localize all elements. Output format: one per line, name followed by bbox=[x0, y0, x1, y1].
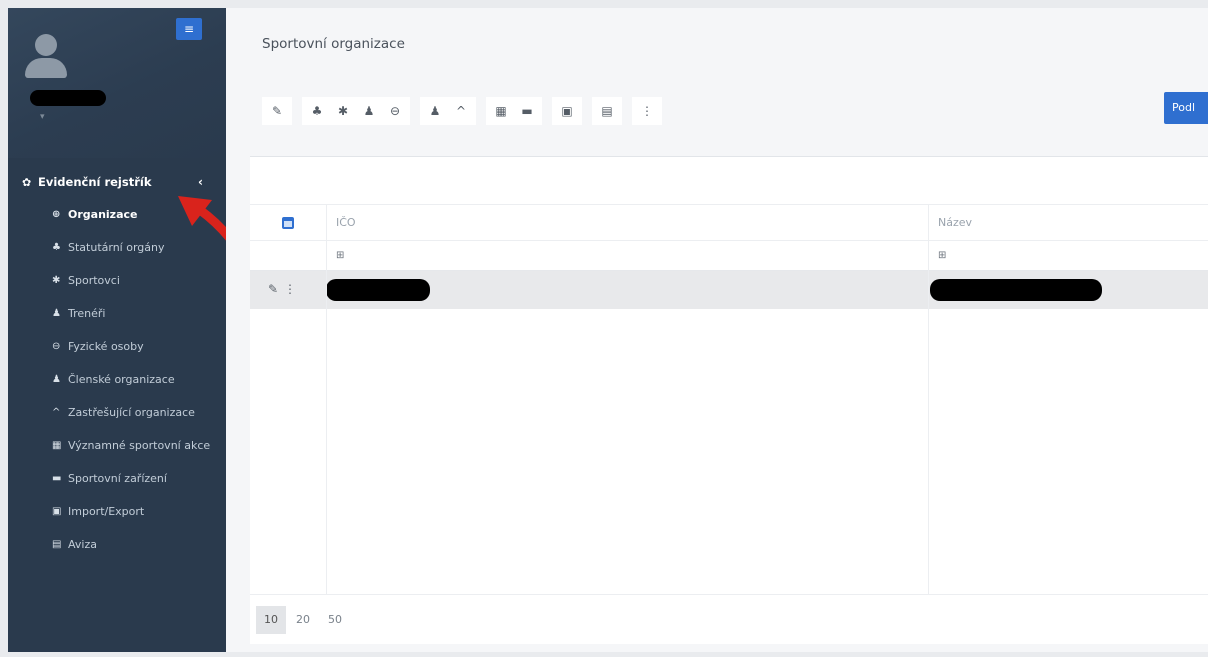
toolbar-button-icon[interactable]: ^ bbox=[448, 97, 474, 125]
main-content: Sportovní organizace ✎ ♣ ✱ ♟ ⊖ ♟ ^ ▦ ▬ ▣ ▤ ⋮ Podl I… bbox=[226, 8, 1208, 652]
sidebar-item-label: Aviza bbox=[68, 538, 97, 551]
sidebar-section-evidencni-rejstrik[interactable]: ✿ Evidenční rejstřík ‹ bbox=[22, 170, 218, 194]
globe-icon: ⊕ bbox=[52, 209, 61, 220]
toolbar-button-icon[interactable]: ⊖ bbox=[382, 97, 408, 125]
row-edit-menu-icon[interactable]: ✎⋮ bbox=[268, 282, 302, 296]
sidebar-item-zast-e-uj-c-organizace[interactable]: ^ Zastřešující organizace bbox=[52, 404, 222, 421]
user-check-icon: ♟ bbox=[52, 374, 61, 385]
sitemap-icon: ♣ bbox=[52, 242, 61, 253]
sidebar-item-label: Fyzické osoby bbox=[68, 340, 144, 353]
user-icon: ♟ bbox=[52, 308, 61, 319]
menu-toggle-button[interactable]: ≡ bbox=[176, 18, 202, 40]
toolbar-group: ♣ ✱ ♟ ⊖ bbox=[302, 97, 410, 125]
sidebar-item-tren-i[interactable]: ♟ Trenéři bbox=[52, 305, 222, 322]
toolbar-button-icon[interactable]: ✱ bbox=[330, 97, 356, 125]
toolbar-button-icon[interactable]: ✎ bbox=[264, 97, 290, 125]
sidebar-item-label: Import/Export bbox=[68, 505, 145, 518]
sidebar-item-organizace[interactable]: ⊕ Organizace bbox=[52, 206, 222, 223]
column-divider bbox=[928, 205, 929, 595]
sidebar: ▾ ≡ ✿ Evidenční rejstřík ‹ ⊕ Organizace ♣ S… bbox=[8, 8, 226, 652]
sidebar-item-sportovn-za-zen-[interactable]: ▬ Sportovní zařízení bbox=[52, 470, 222, 487]
redacted-nazev-cell bbox=[930, 279, 1102, 301]
column-header-nazev[interactable]: Název bbox=[938, 205, 972, 241]
sidebar-item-statut-rn-org-ny[interactable]: ♣ Statutární orgány bbox=[52, 239, 222, 256]
caret-up-icon: ^ bbox=[52, 407, 61, 418]
toolbar-group: ▣ bbox=[552, 97, 582, 125]
toolbar-button-icon[interactable]: ▦ bbox=[488, 97, 514, 125]
column-chooser[interactable] bbox=[250, 205, 326, 240]
cogs-icon: ✿ bbox=[22, 175, 32, 189]
sidebar-item-import-export[interactable]: ▣ Import/Export bbox=[52, 503, 222, 520]
chevron-left-icon[interactable]: ‹ bbox=[198, 175, 203, 189]
avatar-icon[interactable] bbox=[24, 34, 68, 82]
sidebar-item-label: Významné sportovní akce bbox=[68, 439, 211, 452]
section-title: Evidenční rejstřík bbox=[38, 175, 152, 189]
column-chooser-icon[interactable] bbox=[282, 217, 294, 229]
user-circle-icon: ⊖ bbox=[52, 341, 61, 352]
envelope-icon: ▤ bbox=[52, 539, 62, 550]
toolbar-group: ▦ ▬ bbox=[486, 97, 542, 125]
toolbar-button-icon[interactable]: ⋮ bbox=[634, 97, 660, 125]
sidebar-item--lensk-organizace[interactable]: ♟ Členské organizace bbox=[52, 371, 222, 388]
file-import-icon: ▣ bbox=[52, 506, 62, 517]
running-icon: ✱ bbox=[52, 275, 61, 286]
sidebar-item-aviza[interactable]: ▤ Aviza bbox=[52, 536, 222, 553]
column-divider bbox=[326, 205, 327, 595]
toolbar-button-icon[interactable]: ▣ bbox=[554, 97, 580, 125]
sidebar-item-label: Organizace bbox=[68, 208, 138, 221]
filter-ico-icon[interactable]: ⊞ bbox=[336, 241, 344, 271]
grid-toolbar-area bbox=[250, 157, 1208, 205]
grid-filter-row: ⊞ ⊞ bbox=[250, 241, 1208, 271]
sidebar-item-fyzick-osoby[interactable]: ⊖ Fyzické osoby bbox=[52, 338, 222, 355]
toolbar-button-icon[interactable]: ▬ bbox=[514, 97, 540, 125]
sidebar-item-sportovci[interactable]: ✱ Sportovci bbox=[52, 272, 222, 289]
sidebar-item-label: Statutární orgány bbox=[68, 241, 165, 254]
sidebar-nav: ⊕ Organizace ♣ Statutární orgány ✱ Sportovci ♟… bbox=[52, 206, 222, 569]
redacted-ico-cell bbox=[326, 279, 430, 301]
sidebar-item-label: Sportovci bbox=[68, 274, 120, 287]
pager: 10 20 50 bbox=[250, 594, 1208, 644]
username-redacted bbox=[30, 90, 106, 106]
page-size-50[interactable]: 50 bbox=[320, 606, 350, 634]
toolbar-button-icon[interactable]: ▤ bbox=[594, 97, 620, 125]
data-grid: IČO Název ⊞ ⊞ ✎⋮ 10 20 50 bbox=[250, 156, 1208, 644]
user-menu-caret-icon[interactable]: ▾ bbox=[40, 112, 45, 122]
toolbar-group: ⋮ bbox=[632, 97, 662, 125]
page-size-10[interactable]: 10 bbox=[256, 605, 286, 634]
toolbar-button-icon[interactable]: ♣ bbox=[304, 97, 330, 125]
sidebar-item-label: Trenéři bbox=[68, 307, 106, 320]
calendar-icon: ▦ bbox=[52, 440, 62, 451]
table-row[interactable]: ✎⋮ bbox=[250, 271, 1208, 309]
sidebar-item-label: Zastřešující organizace bbox=[68, 406, 195, 419]
page-title: Sportovní organizace bbox=[262, 36, 405, 52]
toolbar-button-icon[interactable]: ♟ bbox=[356, 97, 382, 125]
primary-action-button[interactable]: Podl bbox=[1164, 92, 1208, 124]
sidebar-item-label: Členské organizace bbox=[68, 373, 175, 386]
building-icon: ▬ bbox=[52, 473, 62, 484]
filter-nazev-icon[interactable]: ⊞ bbox=[938, 241, 946, 271]
column-header-ico[interactable]: IČO bbox=[336, 205, 356, 241]
toolbar-group: ✎ bbox=[262, 97, 292, 125]
sidebar-item-v-znamn-sportovn-akce[interactable]: ▦ Významné sportovní akce bbox=[52, 437, 222, 454]
toolbar-button-icon[interactable]: ♟ bbox=[422, 97, 448, 125]
page-size-20[interactable]: 20 bbox=[288, 606, 318, 634]
toolbar-group: ♟ ^ bbox=[420, 97, 476, 125]
grid-header-row: IČO Název bbox=[250, 205, 1208, 241]
toolbar-group: ▤ bbox=[592, 97, 622, 125]
toolbar: ✎ ♣ ✱ ♟ ⊖ ♟ ^ ▦ ▬ ▣ ▤ ⋮ bbox=[262, 96, 672, 126]
sidebar-item-label: Sportovní zařízení bbox=[68, 472, 167, 485]
